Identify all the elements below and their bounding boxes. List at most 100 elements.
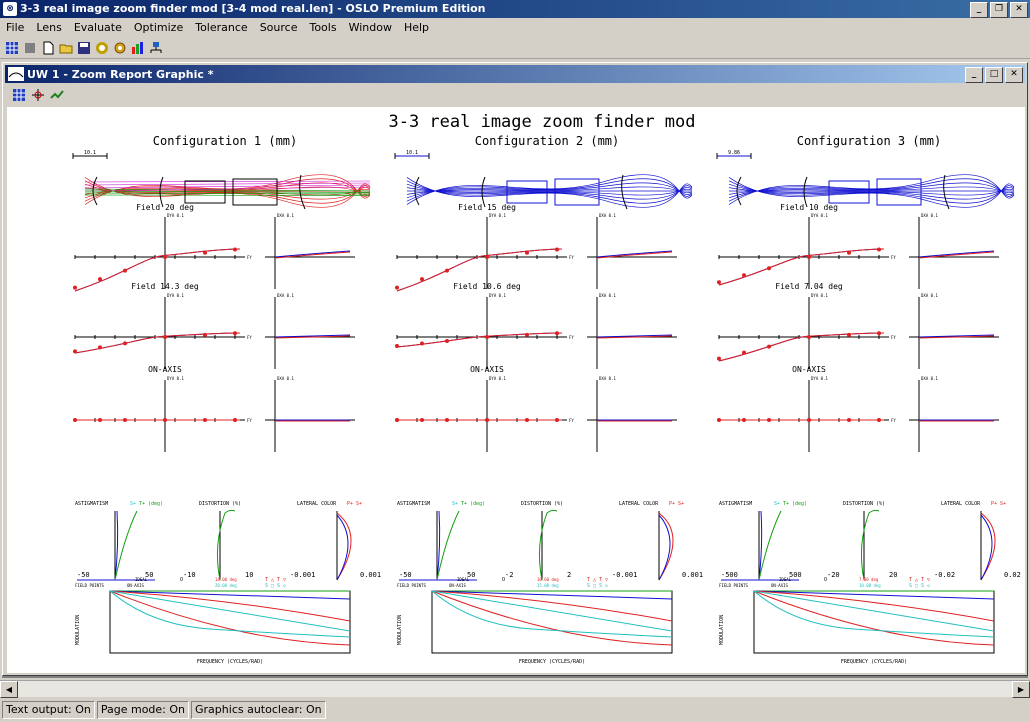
field-label: ON-AXIS bbox=[470, 365, 504, 374]
dist-min: -2 bbox=[505, 571, 513, 579]
fan-marker bbox=[123, 268, 127, 273]
sag-curve-blue bbox=[596, 250, 673, 258]
fan-marker bbox=[525, 332, 529, 337]
report-canvas[interactable]: 3-3 real image zoom finder mod Configurat… bbox=[7, 107, 1025, 673]
fan-marker bbox=[525, 250, 529, 255]
gear-icon[interactable] bbox=[112, 40, 128, 56]
pplus-label: P+ S+ bbox=[669, 501, 684, 507]
fan-scale-label: DYA 0.1 bbox=[167, 213, 184, 218]
field-label: ON-AXIS bbox=[148, 365, 182, 374]
mtf-field-a: 10.60 deg bbox=[537, 577, 559, 582]
fan-marker bbox=[163, 255, 167, 259]
fan-marker bbox=[395, 285, 399, 290]
ray-trace-magenta bbox=[84, 180, 371, 183]
field-label: Field 14.3 deg bbox=[131, 282, 199, 291]
network-icon[interactable] bbox=[148, 40, 164, 56]
fan-marker bbox=[98, 345, 102, 350]
sag-scale-label: DXA 0.1 bbox=[921, 213, 938, 218]
menu-file[interactable]: File bbox=[0, 19, 30, 37]
child-minimize-button[interactable]: _ bbox=[965, 67, 983, 83]
mtf-xlabel: FREQUENCY (CYCLES/RAD) bbox=[841, 659, 907, 665]
scroll-left-icon[interactable]: ◀ bbox=[0, 681, 18, 698]
report-window: UW 1 - Zoom Report Graphic * _ □ ✕ 3-3 r… bbox=[2, 62, 1028, 676]
fan-scale-label: DYA 0.1 bbox=[489, 376, 506, 381]
scroll-right-icon[interactable]: ▶ bbox=[1012, 681, 1030, 698]
sag-scale-label: DXA 0.1 bbox=[277, 376, 294, 381]
mtf-axis-curve bbox=[109, 590, 351, 600]
fan-marker bbox=[233, 247, 237, 252]
child-maximize-button[interactable]: □ bbox=[985, 67, 1003, 83]
crosshair-icon[interactable] bbox=[30, 87, 46, 103]
report-window-title: UW 1 - Zoom Report Graphic * bbox=[27, 68, 214, 81]
new-file-icon[interactable] bbox=[40, 40, 56, 56]
open-folder-icon[interactable] bbox=[58, 40, 74, 56]
mtf-t2-curve bbox=[431, 590, 673, 646]
report-title: 3-3 real image zoom finder mod bbox=[388, 112, 695, 132]
fan-marker bbox=[420, 277, 424, 282]
horizontal-scrollbar[interactable]: ◀ ▶ bbox=[0, 680, 1030, 698]
menu-optimize[interactable]: Optimize bbox=[128, 19, 189, 37]
dist-max: 20 bbox=[889, 571, 897, 579]
fan-marker bbox=[163, 335, 167, 339]
mtf-field-points: FIELD POINTS bbox=[397, 583, 426, 588]
fan-marker bbox=[742, 350, 746, 355]
mtf-o-label: O bbox=[502, 577, 505, 583]
fan-marker bbox=[807, 255, 811, 259]
mtf-ideal-label: IDEAL bbox=[779, 577, 792, 582]
lens-icon[interactable] bbox=[94, 40, 110, 56]
menu-tolerance[interactable]: Tolerance bbox=[189, 19, 253, 37]
mtf-xlabel: FREQUENCY (CYCLES/RAD) bbox=[197, 659, 263, 665]
fan-scale-label: DYA 0.1 bbox=[167, 376, 184, 381]
dist-min: -10 bbox=[183, 571, 196, 579]
child-close-button[interactable]: ✕ bbox=[1005, 67, 1023, 83]
fan-curve-blue bbox=[718, 248, 885, 286]
dist-min: -20 bbox=[827, 571, 840, 579]
mtf-t2-curve bbox=[109, 590, 351, 646]
stop-icon[interactable] bbox=[22, 40, 38, 56]
fan-marker bbox=[807, 335, 811, 339]
mtf-s2-curve bbox=[109, 590, 351, 632]
plot-options-icon[interactable] bbox=[49, 87, 65, 103]
mtf-t2-curve bbox=[753, 590, 995, 646]
menu-window[interactable]: Window bbox=[343, 19, 398, 37]
minimize-button[interactable]: _ bbox=[970, 2, 988, 18]
fan-marker bbox=[445, 418, 449, 422]
fan-curve-red bbox=[718, 248, 885, 286]
fan-marker bbox=[203, 332, 207, 337]
menu-evaluate[interactable]: Evaluate bbox=[68, 19, 128, 37]
fan-marker bbox=[395, 344, 399, 348]
menu-lens[interactable]: Lens bbox=[30, 19, 67, 37]
fan-axis-label: FY bbox=[247, 418, 252, 423]
fan-marker bbox=[877, 331, 881, 336]
field-label: ON-AXIS bbox=[792, 365, 826, 374]
fan-marker bbox=[73, 285, 77, 290]
fan-marker bbox=[98, 277, 102, 282]
astig-t-curve bbox=[436, 510, 460, 581]
grid-icon[interactable] bbox=[4, 40, 20, 56]
menu-source[interactable]: Source bbox=[254, 19, 304, 37]
restore-button[interactable]: ❐ bbox=[990, 2, 1008, 18]
t-plus-label: T+ (deg) bbox=[139, 501, 163, 507]
menu-help[interactable]: Help bbox=[398, 19, 435, 37]
save-icon[interactable] bbox=[76, 40, 92, 56]
fan-axis-label: FY bbox=[569, 255, 574, 260]
mtf-field-b: 15.00 deg bbox=[537, 583, 559, 588]
close-button[interactable]: ✕ bbox=[1010, 2, 1028, 18]
fan-marker bbox=[717, 356, 721, 361]
grid-view-icon[interactable] bbox=[11, 87, 27, 103]
dist-max: 2 bbox=[567, 571, 571, 579]
menu-tools[interactable]: Tools bbox=[303, 19, 342, 37]
config-label: Configuration 3 (mm) bbox=[797, 134, 942, 148]
lat-min: -0.02 bbox=[934, 571, 955, 579]
chart-icon[interactable] bbox=[130, 40, 146, 56]
mtf-frame bbox=[753, 590, 995, 654]
status-graphics-autoclear: Graphics autoclear: On bbox=[191, 701, 326, 719]
mtf-field-b: 10.00 deg bbox=[859, 583, 881, 588]
fan-marker bbox=[203, 418, 207, 422]
oslo-app-icon[interactable]: ⊗ bbox=[3, 2, 17, 16]
astig-label: ASTIGMATISM bbox=[397, 501, 430, 507]
app-title-bar: ⊗ 3-3 real image zoom finder mod [3-4 mo… bbox=[0, 0, 1030, 18]
fan-marker bbox=[877, 247, 881, 252]
mtf-field-points: FIELD POINTS bbox=[75, 583, 104, 588]
fan-marker bbox=[717, 280, 721, 285]
